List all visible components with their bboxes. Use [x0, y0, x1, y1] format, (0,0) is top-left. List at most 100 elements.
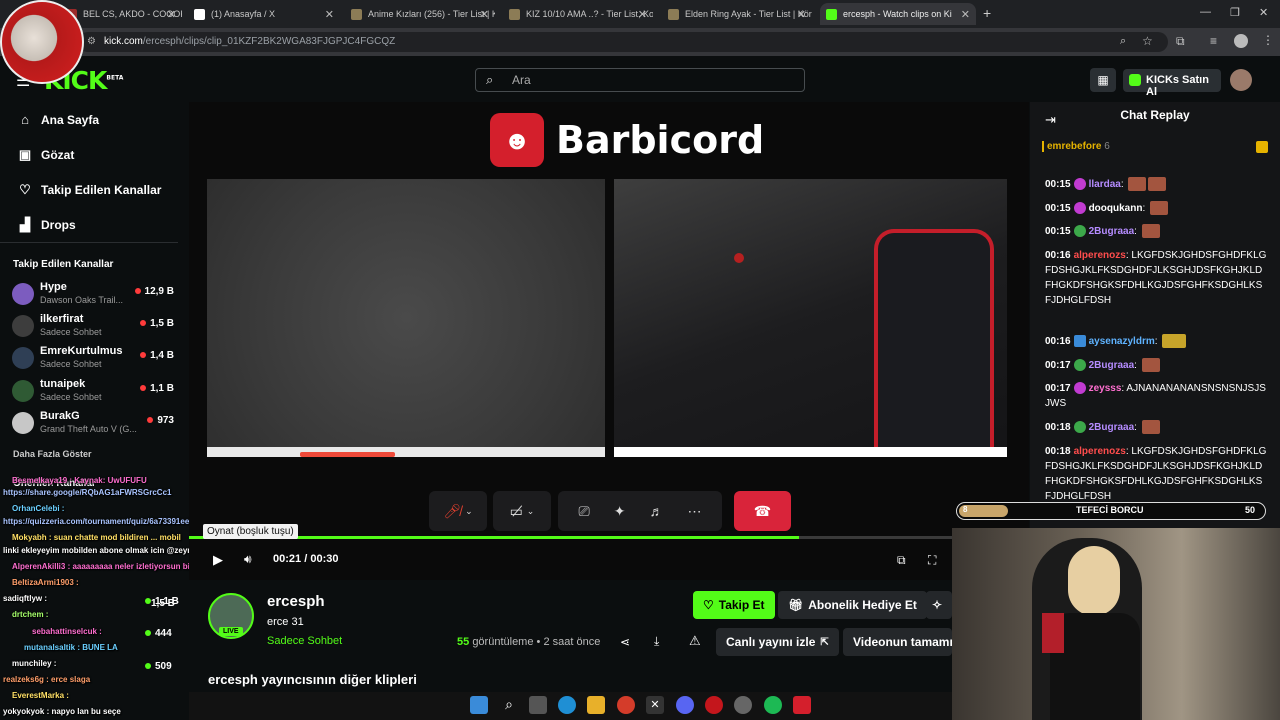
spotify-icon[interactable]	[764, 696, 782, 714]
chat-message: 00:15 dooqukann:	[1045, 201, 1267, 216]
sidebar-channel[interactable]: BurakG Grand Theft Auto V (G... 973	[12, 409, 182, 439]
chat-username[interactable]: llardaa	[1089, 179, 1121, 190]
maximize-icon[interactable]: ❐	[1230, 6, 1240, 19]
sidebar-channel[interactable]: EmreKurtulmus Sadece Sohbet 1,4 B	[12, 344, 182, 374]
soundboard-icon[interactable]: ♬	[649, 503, 663, 519]
share-icon[interactable]: ⋖	[620, 635, 630, 649]
overlay-chat-line: munchiley :	[12, 659, 57, 668]
full-video-button[interactable]: Videonun tamamı	[843, 628, 952, 656]
zoom-icon[interactable]: ⌕	[1120, 35, 1126, 48]
buy-kicks-button[interactable]: KICKs Satın Al	[1123, 69, 1221, 98]
chrome-icon[interactable]	[617, 696, 635, 714]
play-icon[interactable]: ▶	[213, 552, 223, 568]
sidebar-item-drops[interactable]: ▟ Drops	[17, 217, 76, 233]
clip-age: 2 saat önce	[543, 636, 601, 648]
site-info-icon[interactable]: ⚙	[87, 36, 96, 47]
viewer-count: 12,9 B	[135, 286, 174, 297]
volume-icon[interactable]: 🔊︎	[244, 552, 252, 567]
channel-name[interactable]: ercesph	[267, 593, 325, 610]
address-bar: ⚙ kick.com/ercesph/clips/clip_01KZF2BK2W…	[0, 28, 1280, 56]
sidebar-item-browse[interactable]: ▣ Gözat	[17, 147, 75, 163]
sidebar-channel[interactable]: tunaipek Sadece Sohbet 1,1 B	[12, 377, 182, 407]
time-current: 00:21	[273, 553, 302, 565]
chat-message: 00:17 zeysss: AJNANANANANSNSNSNJSJSJWS	[1045, 382, 1266, 409]
report-icon[interactable]: ⚠	[689, 633, 701, 649]
steam-icon[interactable]	[734, 696, 752, 714]
browser-tab[interactable]: (1) Anasayfa / X ✕	[188, 3, 340, 25]
download-icon[interactable]: ⤓	[654, 634, 659, 649]
close-icon[interactable]: ✕	[961, 8, 970, 21]
follow-button[interactable]: ♡ Takip Et	[693, 591, 775, 619]
chat-username[interactable]: 2Bugraaa	[1089, 360, 1135, 371]
menu-icon[interactable]: ⋮	[1262, 33, 1274, 47]
bookmark-star-icon[interactable]: ☆	[1142, 34, 1153, 48]
chat-time: 00:15	[1045, 179, 1071, 190]
reading-list-icon[interactable]: ≡	[1210, 34, 1217, 48]
more-actions-button[interactable]: ✧	[926, 591, 952, 619]
browser-tab[interactable]: KIZ 10/10 AMA ..? - Tier List, Ko ✕	[503, 3, 653, 25]
mute-mic-button[interactable]: 🎤︎̸ ⌄	[429, 491, 487, 531]
tab-label: Anime Kızları (256) - Tier List | K	[368, 9, 495, 19]
gift-badge-icon	[1256, 141, 1268, 153]
close-icon[interactable]: ✕	[480, 8, 489, 21]
close-icon[interactable]: ✕	[325, 8, 334, 21]
streamer-webcam	[952, 528, 1280, 720]
sidebar-item-following[interactable]: ♡ Takip Edilen Kanallar	[17, 182, 161, 198]
show-more-link[interactable]: Daha Fazla Göster	[13, 449, 92, 459]
pip-icon[interactable]: ⧉	[897, 553, 906, 568]
close-icon[interactable]: ✕	[167, 8, 176, 21]
url-field[interactable]: ⚙ kick.com/ercesph/clips/clip_01KZF2BK2W…	[78, 32, 1168, 52]
edge-icon[interactable]	[558, 696, 576, 714]
video-progress-bar[interactable]	[189, 536, 952, 539]
chat-username[interactable]: 2Bugraaa	[1089, 422, 1135, 433]
extensions-icon[interactable]: ⧉	[1176, 34, 1185, 49]
dashboard-icon[interactable]: ▦	[1090, 68, 1116, 92]
opera-icon[interactable]	[705, 696, 723, 714]
avatar	[12, 412, 34, 434]
browser-tab[interactable]: Anime Kızları (256) - Tier List | K ✕	[345, 3, 495, 25]
chat-username[interactable]: 2Bugraaa	[1089, 226, 1135, 237]
more-options-icon[interactable]: ⋯	[687, 503, 701, 520]
close-icon[interactable]: ✕	[797, 8, 806, 21]
emote-icon	[1150, 201, 1169, 216]
barbicord-app-icon[interactable]	[793, 696, 811, 714]
activities-icon[interactable]: ✦	[614, 503, 626, 520]
channel-category: Sadece Sohbet	[40, 392, 102, 402]
search-input[interactable]: ⌕ Ara	[475, 68, 805, 92]
viewer-count: 509	[155, 661, 172, 672]
chat-username[interactable]: aysenazyldrm	[1089, 336, 1155, 347]
user-avatar[interactable]	[1230, 69, 1252, 91]
chat-username[interactable]: dooqukann	[1089, 203, 1143, 214]
channel-category: Sadece Sohbet	[40, 327, 102, 337]
minimize-icon[interactable]: —	[1200, 6, 1211, 18]
x-app-icon[interactable]: ✕	[646, 696, 664, 714]
chat-time: 00:15	[1045, 203, 1071, 214]
watch-live-button[interactable]: Canlı yayını izle ⇱	[716, 628, 839, 656]
browser-tab[interactable]: Elden Ring Ayak - Tier List | Kör ✕	[662, 3, 812, 25]
sidebar-channel[interactable]: ilkerfirat Sadece Sohbet 1,5 B	[12, 312, 182, 342]
file-explorer-icon[interactable]	[587, 696, 605, 714]
search-icon[interactable]: ⌕	[500, 696, 518, 714]
discord-icon[interactable]	[676, 696, 694, 714]
fullscreen-icon[interactable]: ⛶	[928, 553, 936, 568]
chat-username[interactable]: zeysss	[1089, 383, 1122, 394]
gift-sub-button[interactable]: 🎁︎ Abonelik Hediye Et	[778, 591, 927, 619]
sidebar-channel[interactable]: Hype Dawson Oaks Trail... 12,9 B	[12, 280, 182, 310]
new-tab-icon[interactable]: +	[983, 5, 991, 21]
windows-start-icon[interactable]	[470, 696, 488, 714]
browser-tab-active[interactable]: ercesph - Watch clips on Ki ✕	[820, 3, 976, 25]
overlay-chat-line: drtchem :	[12, 610, 49, 619]
tab-favicon	[826, 8, 837, 20]
category-link[interactable]: Sadece Sohbet	[267, 635, 342, 647]
chat-username[interactable]: alperenozs	[1074, 250, 1126, 261]
end-call-button[interactable]: ☎	[734, 491, 791, 531]
task-view-icon[interactable]	[529, 696, 547, 714]
profile-icon[interactable]	[1234, 34, 1248, 48]
url-path: /ercesph/clips/clip_01KZF2BK2WGA83FJGPJC…	[142, 36, 396, 47]
chat-username[interactable]: alperenozs	[1074, 446, 1126, 457]
sidebar-item-home[interactable]: ⌂ Ana Sayfa	[17, 112, 99, 127]
close-window-icon[interactable]: ✕	[1259, 6, 1268, 19]
close-icon[interactable]: ✕	[638, 8, 647, 21]
camera-toggle-button[interactable]: ▭̸ ⌄	[493, 491, 551, 531]
screen-share-icon[interactable]: ⎚	[579, 503, 590, 520]
